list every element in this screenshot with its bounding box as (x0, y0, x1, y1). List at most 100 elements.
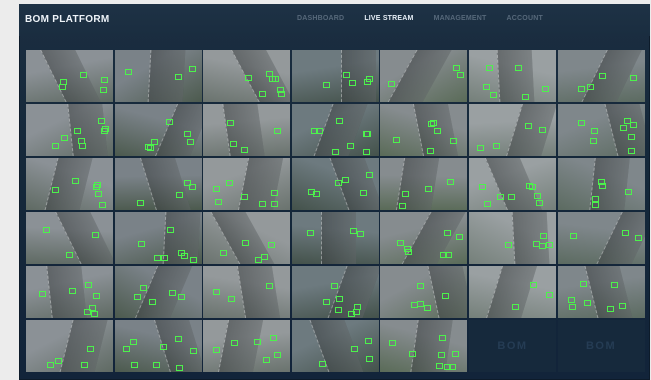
camera-feed-street-buildings[interactable] (26, 104, 113, 156)
camera-feed-rainy-city[interactable] (380, 266, 468, 318)
camera-feed-bridge-fog[interactable] (26, 158, 113, 210)
nav-management[interactable]: MANAGEMENT (434, 15, 487, 22)
empty-camera-slot: BOM (557, 320, 645, 372)
camera-feed-foggy[interactable] (114, 104, 202, 156)
vehicle-detection-box (188, 66, 196, 72)
camera-feed-suburb-street[interactable] (557, 212, 645, 264)
road-surface (504, 104, 556, 156)
vehicle-detection-box (598, 73, 606, 79)
camera-feed-tower-street[interactable] (557, 266, 645, 318)
vehicle-detection-box (129, 339, 137, 345)
vehicle-detection-box (533, 193, 541, 199)
vehicle-detection-box (507, 194, 515, 200)
vehicle-detection-box (274, 128, 282, 134)
camera-feed-wet-road-red[interactable] (380, 158, 468, 210)
vehicle-detection-box (456, 234, 464, 240)
vehicle-detection-box (334, 180, 342, 186)
vehicle-detection-box (93, 184, 100, 190)
vehicle-detection-box (444, 364, 452, 370)
vehicle-detection-box (365, 356, 373, 362)
vehicle-detection-box (322, 299, 330, 305)
camera-feed-highway-traffic[interactable] (114, 212, 202, 264)
camera-feed-misty-hill[interactable] (291, 212, 379, 264)
vehicle-detection-box (610, 282, 618, 288)
brand-logo[interactable]: BOM PLATFORM (25, 14, 110, 25)
vehicle-detection-box (69, 288, 76, 294)
camera-feed-overpass[interactable] (114, 50, 202, 102)
camera-feed-multi-lane[interactable] (291, 104, 379, 156)
vehicle-detection-box (597, 179, 605, 185)
camera-feed-heavy-fog[interactable] (203, 320, 291, 372)
camera-feed-highway-interchange[interactable] (468, 212, 556, 264)
camera-feed-misty-road[interactable] (203, 212, 291, 264)
vehicle-detection-box (331, 149, 339, 155)
vehicle-detection-box (259, 91, 267, 97)
road-surface (52, 212, 113, 264)
vehicle-detection-box (478, 184, 486, 190)
nav-live-stream[interactable]: LIVE STREAM (364, 15, 413, 22)
camera-feed-foggy-highway[interactable] (468, 158, 556, 210)
vehicle-detection-box (47, 362, 54, 368)
vehicle-detection-box (629, 122, 637, 128)
camera-feed-rainy-overpass[interactable] (380, 320, 468, 372)
camera-feed-wet-lanes[interactable] (291, 266, 379, 318)
camera-feed-intersection[interactable] (291, 50, 379, 102)
vehicle-detection-box (538, 243, 546, 249)
camera-feed-bridge-road[interactable] (468, 104, 556, 156)
camera-feed-rainy-junction[interactable] (291, 320, 379, 372)
camera-feed-curved-road[interactable] (557, 158, 645, 210)
camera-feed-gray-road[interactable] (26, 320, 113, 372)
vehicle-detection-box (334, 307, 342, 313)
camera-feed-city-rooftops[interactable] (380, 212, 468, 264)
camera-feed-tree-road[interactable] (203, 104, 291, 156)
vehicle-detection-box (268, 242, 276, 248)
vehicle-detection-box (213, 347, 221, 353)
camera-feed-highway-green[interactable] (203, 50, 291, 102)
camera-feed-grass-median[interactable] (114, 266, 202, 318)
camera-feed-highway-wide[interactable] (557, 50, 645, 102)
vehicle-detection-box (444, 230, 452, 236)
camera-feed-urban-fog[interactable] (114, 158, 202, 210)
camera-feed-wide-road[interactable] (557, 104, 645, 156)
camera-feed-rural-road[interactable] (26, 266, 113, 318)
vehicle-detection-box (139, 285, 147, 291)
vehicle-detection-box (425, 186, 433, 192)
vehicle-detection-box (174, 74, 182, 80)
vehicle-detection-box (241, 147, 249, 153)
vehicle-detection-box (231, 340, 239, 346)
vehicle-detection-box (447, 179, 455, 185)
vehicle-detection-box (623, 118, 631, 124)
camera-feed-tree-lined[interactable] (26, 212, 113, 264)
vehicle-detection-box (485, 65, 493, 71)
road-surface (43, 158, 94, 210)
camera-feed-road-overcast[interactable] (26, 50, 113, 102)
camera-feed-highway-bus[interactable] (468, 50, 556, 102)
vehicle-detection-box (352, 309, 360, 315)
camera-feed-road-trees[interactable] (380, 50, 468, 102)
vehicle-detection-box (124, 69, 132, 75)
vehicle-detection-box (93, 293, 100, 299)
vehicle-detection-box (541, 86, 549, 92)
vehicle-detection-box (405, 249, 413, 255)
vehicle-detection-box (427, 148, 435, 154)
vehicle-detection-box (148, 299, 156, 305)
vehicle-detection-box (183, 131, 191, 137)
camera-feed-night-highway[interactable] (114, 320, 202, 372)
camera-feed-foggy-plain[interactable] (203, 266, 291, 318)
camera-feed-highway-fields[interactable] (380, 104, 468, 156)
camera-feed-highway-rain[interactable] (468, 266, 556, 318)
camera-feed-town-red-roofs[interactable] (291, 158, 379, 210)
vehicle-detection-box (535, 200, 543, 206)
camera-feed-town-street[interactable] (203, 158, 291, 210)
vehicle-detection-box (350, 346, 358, 352)
vehicle-detection-box (215, 199, 223, 205)
nav-account[interactable]: ACCOUNT (507, 15, 543, 22)
nav-dashboard[interactable]: DASHBOARD (297, 15, 344, 22)
camera-grid: BOM BOM (26, 50, 645, 372)
vehicle-detection-box (402, 191, 410, 197)
vehicle-detection-box (175, 365, 183, 371)
vehicle-detection-box (226, 180, 234, 186)
road-surface (236, 266, 282, 318)
vehicle-detection-box (409, 351, 417, 357)
vehicle-detection-box (189, 257, 197, 263)
